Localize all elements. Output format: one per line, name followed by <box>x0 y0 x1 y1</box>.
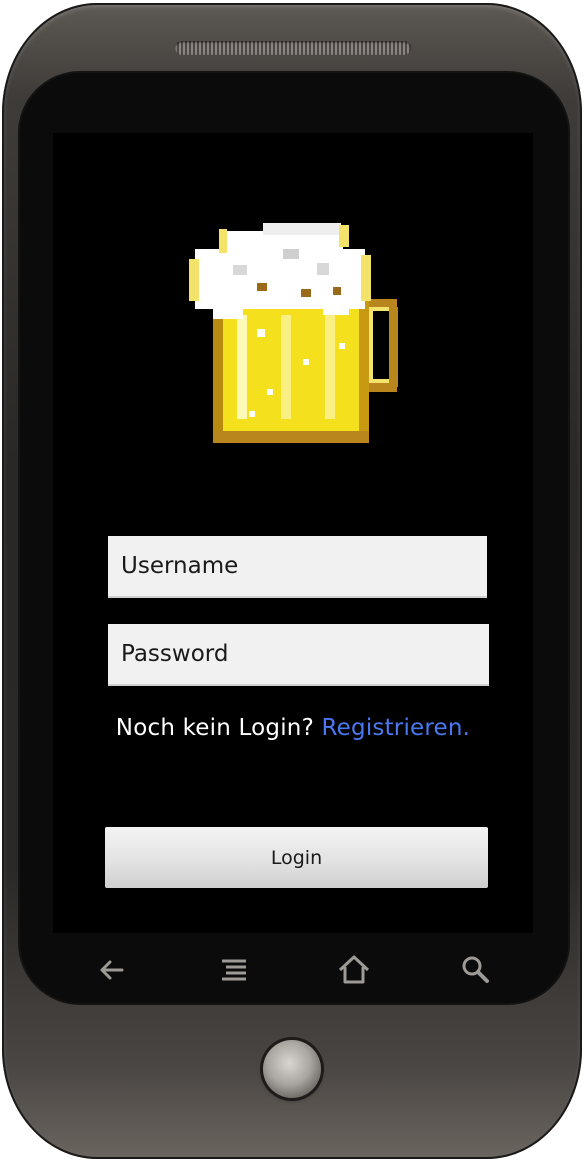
trackball-button[interactable] <box>263 1040 321 1098</box>
earpiece-speaker <box>175 41 411 55</box>
register-prompt: Noch kein Login? Registrieren. <box>53 715 533 741</box>
username-field[interactable] <box>108 536 487 598</box>
register-link[interactable]: Registrieren. <box>322 715 471 741</box>
beer-mug-icon <box>189 223 398 443</box>
home-icon[interactable] <box>334 950 374 990</box>
app-screen: Noch kein Login? Registrieren. Login <box>53 133 533 933</box>
register-prompt-text: Noch kein Login? <box>115 715 314 741</box>
menu-icon[interactable] <box>214 950 254 990</box>
back-arrow-icon[interactable] <box>92 950 132 990</box>
password-field[interactable] <box>108 624 489 686</box>
search-icon[interactable] <box>455 950 495 990</box>
login-button[interactable]: Login <box>105 827 488 888</box>
